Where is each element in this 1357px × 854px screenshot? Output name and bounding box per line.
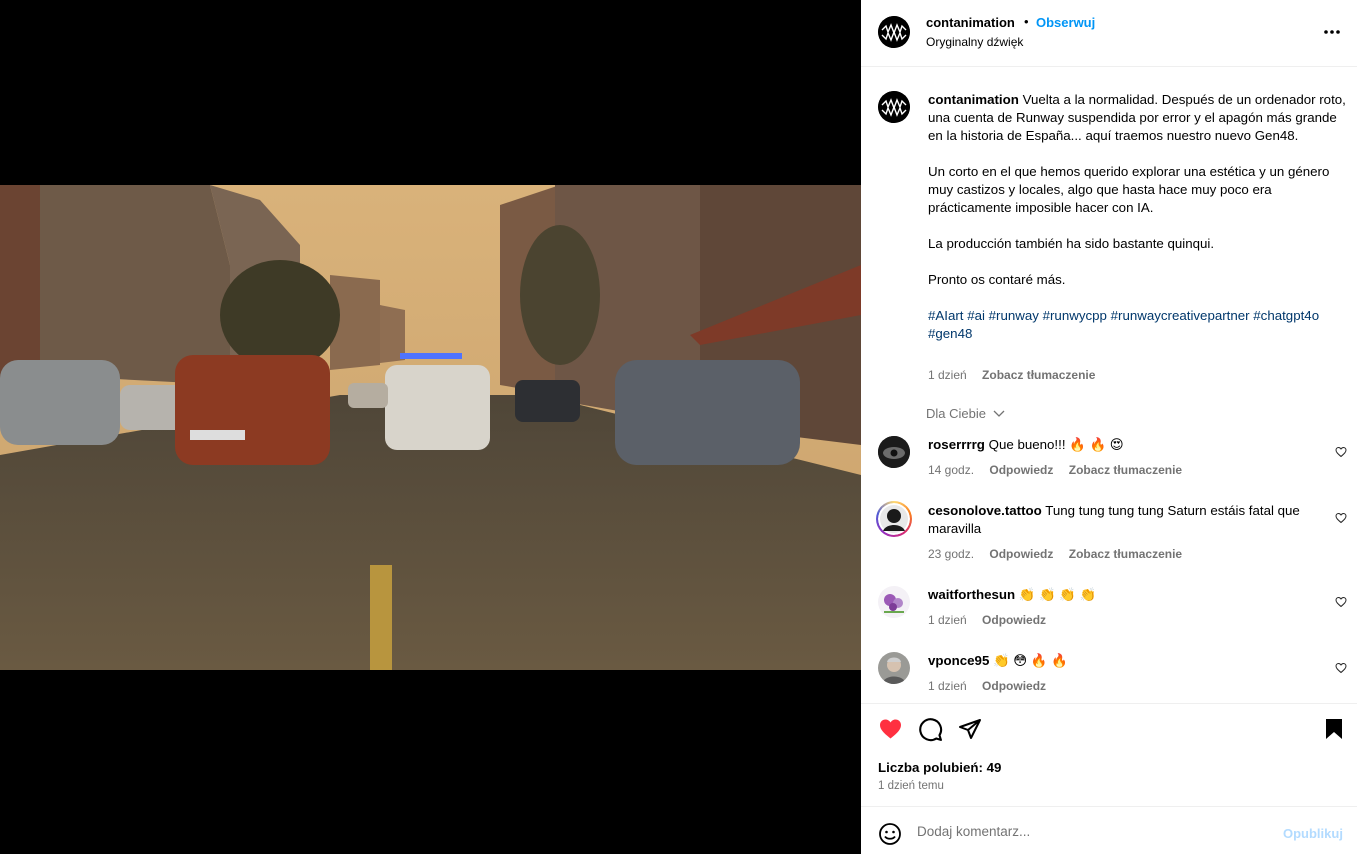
post-header: contanimation • Obserwuj Oryginalny dźwi… <box>861 0 1357 67</box>
comment-meta: 23 godz. Odpowiedz Zobacz tłumaczenie <box>928 547 1194 561</box>
comments-scroll-area[interactable]: contanimation Vuelta a la normalidad. De… <box>861 67 1357 703</box>
follow-button[interactable]: Obserwuj <box>1036 15 1095 30</box>
action-bar: Liczba polubień: 49 1 dzień temu <box>861 703 1357 806</box>
comment-meta: 14 godz. Odpowiedz Zobacz tłumaczenie <box>928 463 1194 477</box>
publish-button[interactable]: Opublikuj <box>1283 826 1343 841</box>
avatar-silhouette-icon <box>878 503 910 535</box>
comment-username[interactable]: roserrrrg <box>928 437 985 452</box>
comment-time[interactable]: 1 dzień <box>928 679 967 693</box>
comment-username[interactable]: vponce95 <box>928 653 989 668</box>
caption-translate-button[interactable]: Zobacz tłumaczenie <box>982 368 1095 382</box>
post-caption: contanimation Vuelta a la normalidad. De… <box>928 91 1348 343</box>
reply-button[interactable]: Odpowiedz <box>982 613 1046 627</box>
contanimation-logo-icon <box>878 16 910 48</box>
comment-text: 👏 👏 👏 👏 <box>1018 587 1097 602</box>
comment-body: vponce95 👏 😳 🔥 🔥 <box>928 652 1320 670</box>
comment-body: waitforthesun 👏 👏 👏 👏 <box>928 586 1320 604</box>
avatar-flower-icon <box>878 586 910 618</box>
comment-meta: 1 dzień Odpowiedz <box>928 613 1058 627</box>
media-pane <box>0 0 861 854</box>
caption-paragraph: Un corto en el que hemos querido explora… <box>928 164 1330 215</box>
comment-input[interactable] <box>917 819 1277 843</box>
avatar[interactable] <box>878 436 910 468</box>
comment-body: roserrrrg Que bueno!!! 🔥 🔥 😍 <box>928 436 1320 454</box>
avatar-photo-icon <box>878 652 910 684</box>
heart-outline-icon[interactable] <box>1335 446 1347 458</box>
heart-outline-icon[interactable] <box>1335 662 1347 674</box>
contanimation-logo-icon <box>878 91 910 123</box>
bookmark-filled-icon[interactable] <box>1324 718 1344 740</box>
caption-paragraph: Pronto os contaré más. <box>928 272 1066 287</box>
video-frame <box>0 185 861 670</box>
reply-button[interactable]: Odpowiedz <box>989 463 1053 477</box>
comment-time[interactable]: 1 dzień <box>928 613 967 627</box>
caption-avatar[interactable] <box>878 91 910 123</box>
comment-composer: Opublikuj <box>861 806 1357 854</box>
heart-filled-icon[interactable] <box>878 717 903 741</box>
heart-outline-icon[interactable] <box>1335 512 1347 524</box>
header-username[interactable]: contanimation <box>926 15 1015 30</box>
comment-icon[interactable] <box>918 717 943 742</box>
comment-meta: 1 dzień Odpowiedz <box>928 679 1058 693</box>
header-separator: • <box>1024 14 1029 29</box>
post-panel: contanimation • Obserwuj Oryginalny dźwi… <box>861 0 1357 854</box>
avatar[interactable] <box>878 16 910 48</box>
more-horizontal-icon <box>1324 30 1340 34</box>
caption-username[interactable]: contanimation <box>928 92 1019 107</box>
hashtag-list: #AIart #ai #runway #runwycpp #runwaycrea… <box>928 307 1348 343</box>
hashtag-link[interactable]: #runway <box>989 308 1039 323</box>
translate-button[interactable]: Zobacz tłumaczenie <box>1069 463 1182 477</box>
heart-outline-icon[interactable] <box>1335 596 1347 608</box>
comment-body: cesonolove.tattoo Tung tung tung tung Sa… <box>928 502 1320 538</box>
hashtag-link[interactable]: #ai <box>967 308 985 323</box>
hashtag-link[interactable]: #AIart <box>928 308 963 323</box>
avatar[interactable] <box>878 652 910 684</box>
hashtag-link[interactable]: #runwaycreativepartner <box>1111 308 1250 323</box>
comment-text: 👏 😳 🔥 🔥 <box>993 653 1068 668</box>
caption-time[interactable]: 1 dzień <box>928 368 967 382</box>
avatar-eye-icon <box>878 436 910 468</box>
audio-label[interactable]: Oryginalny dźwięk <box>926 35 1023 49</box>
comment-username[interactable]: cesonolove.tattoo <box>928 503 1042 518</box>
comment-filter-label: Dla Ciebie <box>926 406 986 421</box>
caption-meta: 1 dzień Zobacz tłumaczenie <box>928 368 1107 382</box>
more-options-button[interactable] <box>1321 22 1343 42</box>
post-modal: contanimation • Obserwuj Oryginalny dźwi… <box>0 0 1357 854</box>
likes-count[interactable]: Liczba polubień: 49 <box>878 760 1001 775</box>
comment-text: Que bueno!!! 🔥 🔥 😍 <box>988 437 1124 452</box>
chevron-down-icon <box>993 410 1005 417</box>
reply-button[interactable]: Odpowiedz <box>989 547 1053 561</box>
avatar[interactable] <box>878 586 910 618</box>
caption-paragraph: La producción también ha sido bastante q… <box>928 236 1215 251</box>
emoji-icon[interactable] <box>878 822 902 846</box>
translate-button[interactable]: Zobacz tłumaczenie <box>1069 547 1182 561</box>
avatar[interactable] <box>876 501 912 537</box>
send-icon[interactable] <box>958 717 982 741</box>
hashtag-link[interactable]: #chatgpt4o <box>1253 308 1319 323</box>
comment-filter-dropdown[interactable]: Dla Ciebie <box>926 406 1005 421</box>
comment-time[interactable]: 14 godz. <box>928 463 974 477</box>
comment-time[interactable]: 23 godz. <box>928 547 974 561</box>
hashtag-link[interactable]: #runwycpp <box>1043 308 1107 323</box>
hashtag-link[interactable]: #gen48 <box>928 326 972 341</box>
comment-username[interactable]: waitforthesun <box>928 587 1015 602</box>
video-player[interactable] <box>0 185 861 670</box>
post-timestamp[interactable]: 1 dzień temu <box>878 780 944 792</box>
reply-button[interactable]: Odpowiedz <box>982 679 1046 693</box>
